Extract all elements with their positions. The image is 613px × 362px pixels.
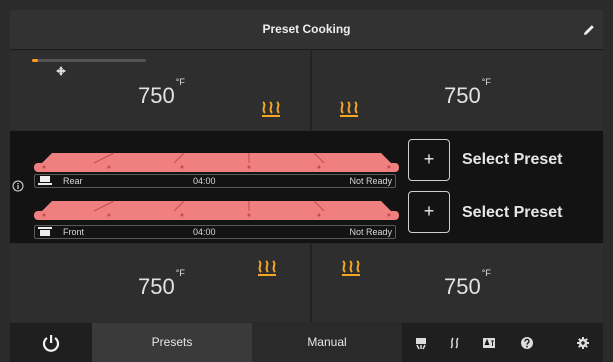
platen-status: Not Ready <box>349 227 392 237</box>
power-button[interactable] <box>10 323 92 362</box>
steam-button[interactable] <box>442 323 468 362</box>
select-preset-label-front[interactable]: Select Preset <box>462 204 563 222</box>
platen-rear-graphic <box>34 152 399 172</box>
help-icon <box>521 336 533 349</box>
rear-platen-icon <box>38 176 52 185</box>
zone-top-left[interactable]: 750°F <box>10 51 310 130</box>
heating-element-icon <box>342 260 360 276</box>
info-icon[interactable] <box>12 180 24 192</box>
platen-panel: Rear 04:00 Not Ready + Select Preset Fro… <box>10 131 603 243</box>
progress-track <box>32 59 146 62</box>
platen-position-label: Front <box>63 227 85 237</box>
tab-manual[interactable]: Manual <box>252 323 402 362</box>
platen-status: Not Ready <box>349 176 392 186</box>
power-icon <box>42 334 60 352</box>
cleaning-button[interactable] <box>408 323 434 362</box>
page-title: Preset Cooking <box>262 22 351 36</box>
footer-bar: Presets Manual <box>10 323 603 362</box>
preset-cooking-screen: Preset Cooking 750°F 750°F Rear 04:00 No… <box>0 0 613 362</box>
translate-icon <box>483 337 495 348</box>
platen-timer: 04:00 <box>193 176 216 186</box>
platen-front-info: Front 04:00 Not Ready <box>34 225 396 239</box>
front-platen-icon <box>38 227 52 236</box>
cleaning-icon <box>416 337 426 349</box>
zone-top-right[interactable]: 750°F <box>312 51 603 130</box>
zone-temperature: 750°F <box>138 267 185 299</box>
heating-element-icon <box>258 260 276 276</box>
zone-temperature: 750°F <box>444 267 491 299</box>
pencil-icon[interactable] <box>581 22 597 38</box>
add-preset-button-front[interactable]: + <box>408 191 450 233</box>
progress-fill <box>32 59 38 62</box>
zone-temperature: 750°F <box>138 76 185 108</box>
platen-front-graphic <box>34 200 399 220</box>
zone-temperature: 750°F <box>444 76 491 108</box>
header-bar: Preset Cooking <box>10 10 603 50</box>
zone-bottom-left[interactable]: 750°F <box>10 244 310 322</box>
select-preset-label-rear[interactable]: Select Preset <box>462 151 563 169</box>
settings-icon <box>577 336 589 349</box>
help-button[interactable] <box>514 323 540 362</box>
add-preset-button-rear[interactable]: + <box>408 139 450 181</box>
fan-icon <box>56 66 66 76</box>
settings-button[interactable] <box>570 323 596 362</box>
platen-rear-info: Rear 04:00 Not Ready <box>34 174 396 188</box>
language-button[interactable] <box>476 323 502 362</box>
steam-icon <box>450 337 459 349</box>
platen-timer: 04:00 <box>193 227 216 237</box>
heating-element-icon <box>340 101 358 117</box>
tab-presets[interactable]: Presets <box>92 323 252 362</box>
heating-element-icon <box>262 101 280 117</box>
zone-bottom-right[interactable]: 750°F <box>312 244 603 322</box>
platen-position-label: Rear <box>63 176 83 186</box>
